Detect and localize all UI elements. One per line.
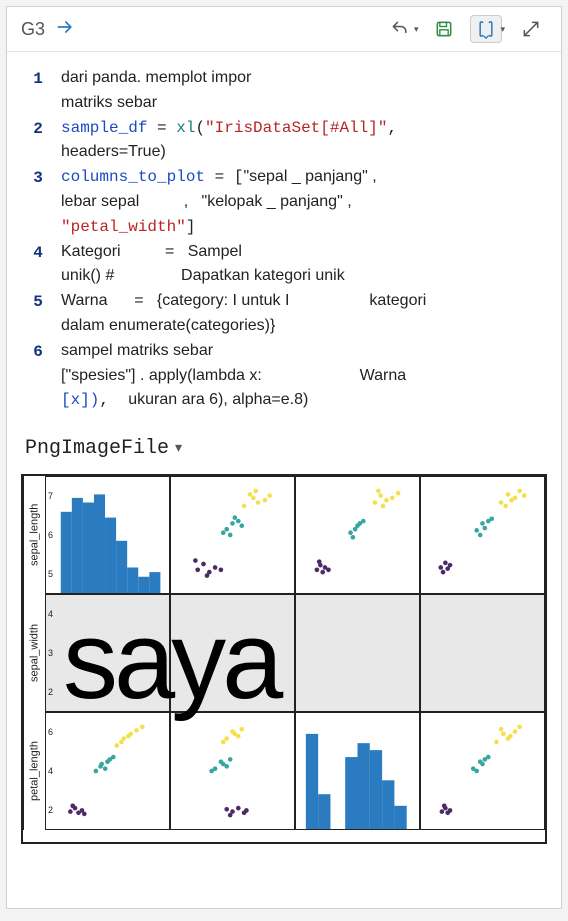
scatter-matrix-chart: sepal_length 765	[21, 474, 547, 844]
goto-cell-icon[interactable]	[55, 17, 75, 42]
code-content[interactable]: columns_to_plot = ["sepal _ panjang" ,le…	[61, 165, 547, 239]
line-number: 3	[15, 165, 61, 191]
code-line: 3columns_to_plot = ["sepal _ panjang" ,l…	[15, 165, 547, 239]
chart-cell-r1c3	[295, 476, 420, 594]
chart-cell-r1c2	[170, 476, 295, 594]
editor-toolbar: G3 ▾ ▾	[7, 7, 561, 52]
line-number: 6	[15, 339, 61, 365]
code-content[interactable]: dari panda. memplot impormatriks sebar	[61, 66, 547, 116]
y-axis-label-petal-length: petal_length	[23, 712, 45, 830]
code-content[interactable]: sample_df = xl("IrisDataSet[#All]",heade…	[61, 116, 547, 166]
chart-cell-r3c4	[420, 712, 545, 830]
save-button[interactable]	[428, 15, 460, 43]
chart-cell-r3c1: 642	[45, 712, 170, 830]
undo-button[interactable]	[384, 15, 416, 43]
line-number: 2	[15, 116, 61, 142]
y-axis-label-sepal-length: sepal_length	[23, 476, 45, 594]
code-line: 5Warna = {category: I untuk I kategorida…	[15, 289, 547, 339]
python-editor-panel: G3 ▾ ▾ 1dari panda. memplot impormatriks…	[6, 6, 562, 909]
code-line: 6sampel matriks sebar["spesies"] . apply…	[15, 339, 547, 413]
chart-cell-r2c4	[420, 594, 545, 712]
code-line: 2sample_df = xl("IrisDataSet[#All]",head…	[15, 116, 547, 166]
chart-cell-r2c3	[295, 594, 420, 712]
code-content[interactable]: Kategori = Sampelunik() # Dapatkan kateg…	[61, 240, 547, 290]
y-axis-label-sepal-width: sepal_width	[23, 594, 45, 712]
cell-reference: G3	[21, 19, 45, 40]
chart-cell-r1c1: 765	[45, 476, 170, 594]
output-mode-button[interactable]	[470, 15, 502, 43]
output-type-label: PngImageFile	[25, 437, 169, 460]
line-number: 1	[15, 66, 61, 92]
expand-button[interactable]	[515, 15, 547, 43]
chart-cell-r3c3	[295, 712, 420, 830]
code-line: 1dari panda. memplot impormatriks sebar	[15, 66, 547, 116]
code-editor[interactable]: 1dari panda. memplot impormatriks sebar2…	[7, 52, 561, 421]
line-number: 4	[15, 240, 61, 266]
output-type-dropdown[interactable]: PngImageFile ▾	[7, 421, 561, 468]
code-content[interactable]: sampel matriks sebar["spesies"] . apply(…	[61, 339, 547, 413]
line-number: 5	[15, 289, 61, 315]
chevron-down-icon: ▾	[175, 440, 182, 457]
chart-cell-r1c4	[420, 476, 545, 594]
code-content[interactable]: Warna = {category: I untuk I kategoridal…	[61, 289, 547, 339]
code-line: 4Kategori = Sampelunik() # Dapatkan kate…	[15, 240, 547, 290]
undo-dropdown-caret[interactable]: ▾	[414, 24, 419, 35]
output-mode-dropdown-caret[interactable]: ▾	[500, 24, 505, 35]
chart-cell-r3c2	[170, 712, 295, 830]
chart-cell-r2c2	[170, 594, 295, 712]
chart-cell-r2c1: 432	[45, 594, 170, 712]
